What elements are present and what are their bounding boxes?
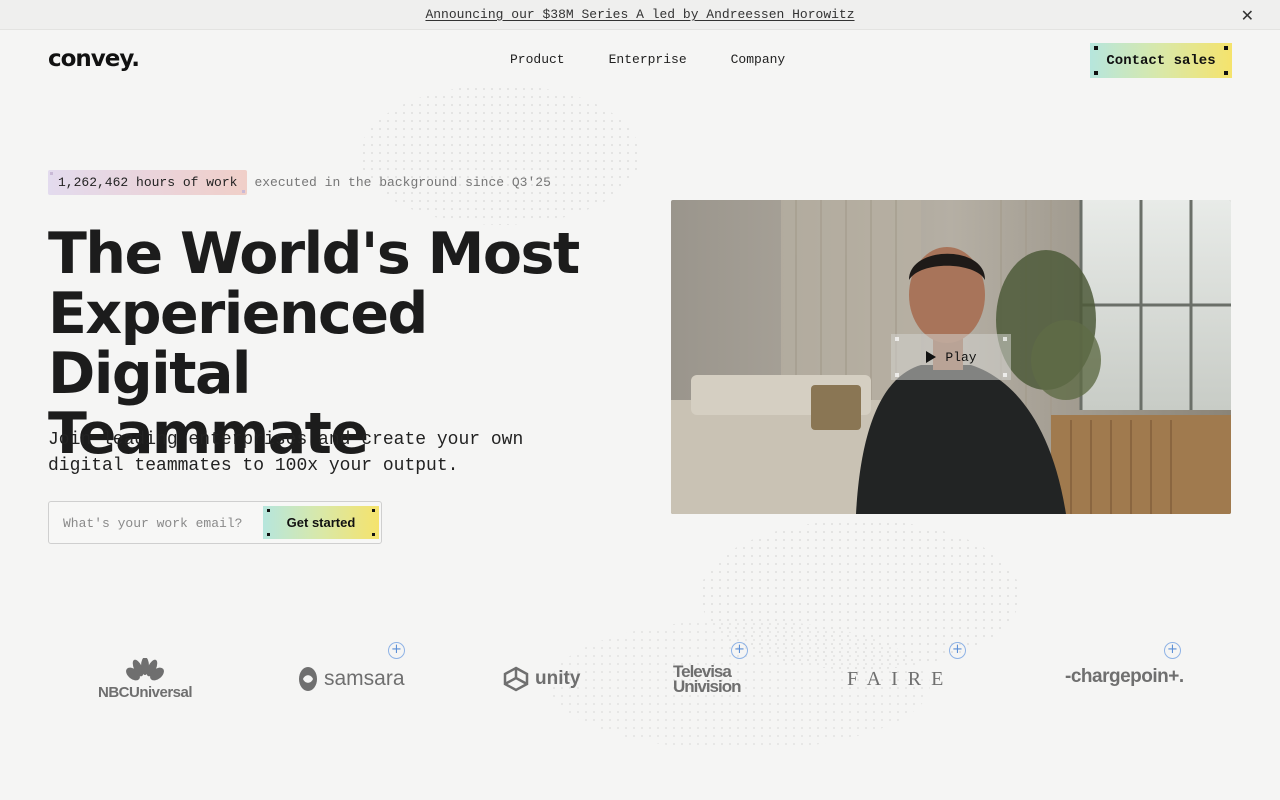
corner-mark <box>50 172 53 175</box>
play-button[interactable]: Play <box>891 334 1011 380</box>
plus-icon[interactable]: + <box>731 642 748 659</box>
faire-wordmark: FAIRE <box>847 668 954 690</box>
hero-video[interactable]: Play <box>671 200 1231 514</box>
corner-mark <box>267 509 270 512</box>
announcement-bar: Announcing our $38M Series A led by Andr… <box>0 0 1280 30</box>
get-started-button[interactable]: Get started <box>263 506 379 539</box>
play-icon <box>926 351 937 363</box>
nbcuniversal-wordmark: NBCUniversal <box>98 684 193 701</box>
brand-logo[interactable]: convey. <box>48 46 140 72</box>
televisa-univision-logo: Televisa Univision <box>673 663 742 696</box>
peacock-icon <box>126 658 164 681</box>
corner-mark <box>1094 46 1098 50</box>
background-dot-pattern <box>360 85 640 225</box>
corner-mark <box>895 337 899 341</box>
corner-mark <box>372 533 375 536</box>
plus-icon[interactable]: + <box>1164 642 1181 659</box>
close-icon[interactable]: ✕ <box>1241 6 1254 25</box>
corner-mark <box>267 533 270 536</box>
chargepoint-wordmark: -chargepoin+. <box>1065 666 1184 687</box>
contact-sales-button[interactable]: Contact sales <box>1090 43 1232 78</box>
corner-mark <box>1003 337 1007 341</box>
main-nav: Product Enterprise Company <box>510 52 785 67</box>
corner-mark <box>1224 71 1228 75</box>
samsara-logo: samsara <box>298 666 405 692</box>
faire-logo: FAIRE <box>847 668 953 691</box>
chargepoint-logo: -chargepoin+. <box>1065 666 1184 688</box>
plus-icon[interactable]: + <box>949 642 966 659</box>
nav-item-company[interactable]: Company <box>731 52 786 67</box>
samsara-wordmark: samsara <box>324 667 405 690</box>
hours-badge-tail: executed in the background since Q3'25 <box>254 175 551 190</box>
corner-mark <box>1224 46 1228 50</box>
corner-mark <box>1003 373 1007 377</box>
hero-title-line: Experienced Digital <box>48 281 428 407</box>
hours-badge-row: 1,262,462 hours of work executed in the … <box>48 170 551 195</box>
hours-badge: 1,262,462 hours of work <box>48 170 248 195</box>
corner-mark <box>895 373 899 377</box>
play-label: Play <box>945 349 977 365</box>
samsara-mark-icon <box>299 667 317 691</box>
email-signup-form: Get started <box>48 501 382 544</box>
announcement-link[interactable]: Announcing our $38M Series A led by Andr… <box>425 7 854 22</box>
plus-icon[interactable]: + <box>388 642 405 659</box>
get-started-label: Get started <box>286 515 356 530</box>
nav-item-enterprise[interactable]: Enterprise <box>609 52 687 67</box>
nbcuniversal-logo: NBCUniversal <box>98 658 193 701</box>
corner-mark <box>242 190 246 193</box>
customer-logos: NBCUniversal + samsara + unity Televisa … <box>0 640 1280 720</box>
unity-cube-icon <box>503 666 529 692</box>
contact-sales-label: Contact sales <box>1106 52 1216 69</box>
hours-badge-label: 1,262,462 hours of work <box>58 175 238 190</box>
hero-title-line: The World's Most <box>48 221 580 287</box>
work-email-input[interactable] <box>63 513 253 533</box>
unity-logo: unity <box>503 666 580 692</box>
corner-mark <box>1094 71 1098 75</box>
univision-wordmark: Univision <box>673 677 742 696</box>
corner-mark <box>372 509 375 512</box>
unity-wordmark: unity <box>535 668 581 689</box>
hero-subtitle: Join leading enterprises and create your… <box>48 430 524 476</box>
nav-item-product[interactable]: Product <box>510 52 565 67</box>
